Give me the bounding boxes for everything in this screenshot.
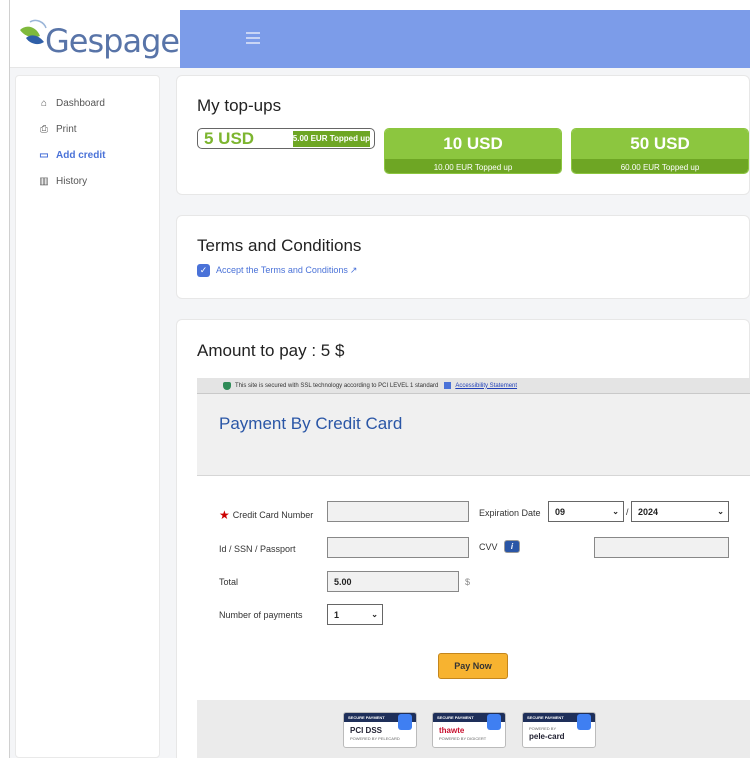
sidebar-item-label: Dashboard: [56, 97, 105, 109]
total-input: 5.00: [327, 571, 459, 592]
exp-year-value: 2024: [638, 506, 659, 517]
ssl-notice: This site is secured with SSL technology…: [197, 378, 750, 394]
topup-amount: 10 USD: [385, 129, 561, 159]
pelecard-badge: SECURE PAYMENT POWERED BY pele-card: [522, 712, 596, 748]
sidebar-item-add-credit[interactable]: ▭ Add credit: [16, 142, 159, 168]
pay-now-button[interactable]: Pay Now: [438, 653, 508, 679]
topups-card: My top-ups 5 USD 5.00 EUR Topped up 10 U…: [176, 75, 750, 195]
sidebar-item-label: Add credit: [56, 149, 106, 161]
exp-separator: /: [626, 507, 629, 517]
amount-to-pay-title: Amount to pay : 5 $: [197, 341, 345, 360]
payments-select[interactable]: 1 ⌄: [327, 604, 383, 625]
top-header: [180, 10, 750, 68]
topup-amount: 50 USD: [572, 129, 748, 159]
lock-icon: [398, 714, 412, 730]
lock-icon: [577, 714, 591, 730]
ssl-text: This site is secured with SSL technology…: [235, 382, 439, 389]
card-number-label-text: Credit Card Number: [232, 510, 314, 520]
sidebar-item-history[interactable]: ▥ History: [16, 168, 159, 194]
expiration-label: Expiration Date: [479, 508, 541, 518]
exp-year-select[interactable]: 2024 ⌄: [631, 501, 729, 522]
home-icon: ⌂: [40, 97, 48, 109]
payment-header: Payment By Credit Card: [197, 394, 750, 476]
payment-header-title: Payment By Credit Card: [219, 414, 403, 433]
bar-chart-icon: ▥: [39, 175, 49, 187]
topup-subtitle: 60.00 EUR Topped up: [572, 159, 748, 173]
currency-symbol: $: [465, 577, 471, 587]
menu-toggle-icon[interactable]: [246, 32, 260, 44]
card-number-input[interactable]: [327, 501, 469, 522]
sidebar-item-print[interactable]: ⎙ Print: [16, 116, 159, 142]
topups-title: My top-ups: [197, 96, 282, 115]
lock-icon: [487, 714, 501, 730]
id-input[interactable]: [327, 537, 469, 558]
exp-month-select[interactable]: 09 ⌄: [548, 501, 624, 522]
terms-checkbox[interactable]: ✓: [197, 264, 210, 277]
badge-sub: POWERED BY PELECARD: [350, 736, 400, 741]
logo-area[interactable]: Gespage: [10, 10, 180, 68]
payment-iframe: This site is secured with SSL technology…: [197, 378, 750, 758]
id-label: Id / SSN / Passport: [219, 544, 296, 554]
info-icon[interactable]: i: [504, 540, 520, 553]
topup-option-50usd[interactable]: 50 USD 60.00 EUR Topped up: [571, 128, 749, 174]
terms-link[interactable]: Accept the Terms and Conditions ↗: [216, 265, 357, 276]
accessibility-icon: [444, 382, 452, 389]
window-frame-top: [0, 0, 750, 10]
chevron-down-icon: ⌄: [371, 610, 378, 619]
sidebar-item-label: History: [56, 175, 88, 187]
required-star-icon: ★: [219, 508, 230, 522]
cvv-label: CVV: [479, 542, 498, 552]
topup-subtitle: 5.00 EUR Topped up: [292, 130, 370, 147]
terms-card: Terms and Conditions ✓ Accept the Terms …: [176, 215, 750, 299]
payments-value: 1: [334, 609, 340, 620]
badge-body: pele-card: [529, 732, 565, 741]
external-link-icon: ↗: [349, 265, 358, 275]
thawte-badge: SECURE PAYMENT thawte POWERED BY DIGICER…: [432, 712, 506, 748]
credit-card-icon: ▭: [39, 149, 49, 161]
security-badges: SECURE PAYMENT PCI DSS POWERED BY PELECA…: [197, 700, 750, 758]
shield-icon: [223, 381, 231, 390]
topup-subtitle: 10.00 EUR Topped up: [385, 159, 561, 173]
chevron-down-icon: ⌄: [612, 507, 619, 516]
window-frame-left: [0, 0, 10, 758]
checkmark-icon: ✓: [199, 265, 208, 275]
sidebar-item-label: Print: [56, 123, 77, 135]
terms-title: Terms and Conditions: [197, 236, 362, 255]
accessibility-link[interactable]: Accessibility Statement: [455, 383, 517, 389]
logo-text: Gespage: [45, 22, 180, 60]
payment-card: Amount to pay : 5 $ This site is secured…: [176, 319, 750, 758]
terms-link-label: Accept the Terms and Conditions: [216, 265, 348, 275]
topup-option-10usd[interactable]: 10 USD 10.00 EUR Topped up: [384, 128, 562, 174]
pci-dss-badge: SECURE PAYMENT PCI DSS POWERED BY PELECA…: [343, 712, 417, 748]
topup-option-5usd[interactable]: 5 USD 5.00 EUR Topped up: [197, 128, 375, 149]
sidebar-item-dashboard[interactable]: ⌂ Dashboard: [16, 90, 159, 116]
sidebar: ⌂ Dashboard ⎙ Print ▭ Add credit ▥ Histo…: [15, 75, 160, 758]
badge-sub: POWERED BY DIGICERT: [439, 736, 487, 741]
total-label: Total: [219, 577, 239, 587]
exp-month-value: 09: [555, 506, 566, 517]
card-number-label: ★ Credit Card Number: [219, 508, 313, 522]
topup-amount: 5 USD: [204, 129, 255, 148]
payments-label: Number of payments: [219, 610, 303, 620]
cvv-input[interactable]: [594, 537, 729, 558]
printer-icon: ⎙: [40, 123, 48, 135]
chevron-down-icon: ⌄: [717, 507, 724, 516]
